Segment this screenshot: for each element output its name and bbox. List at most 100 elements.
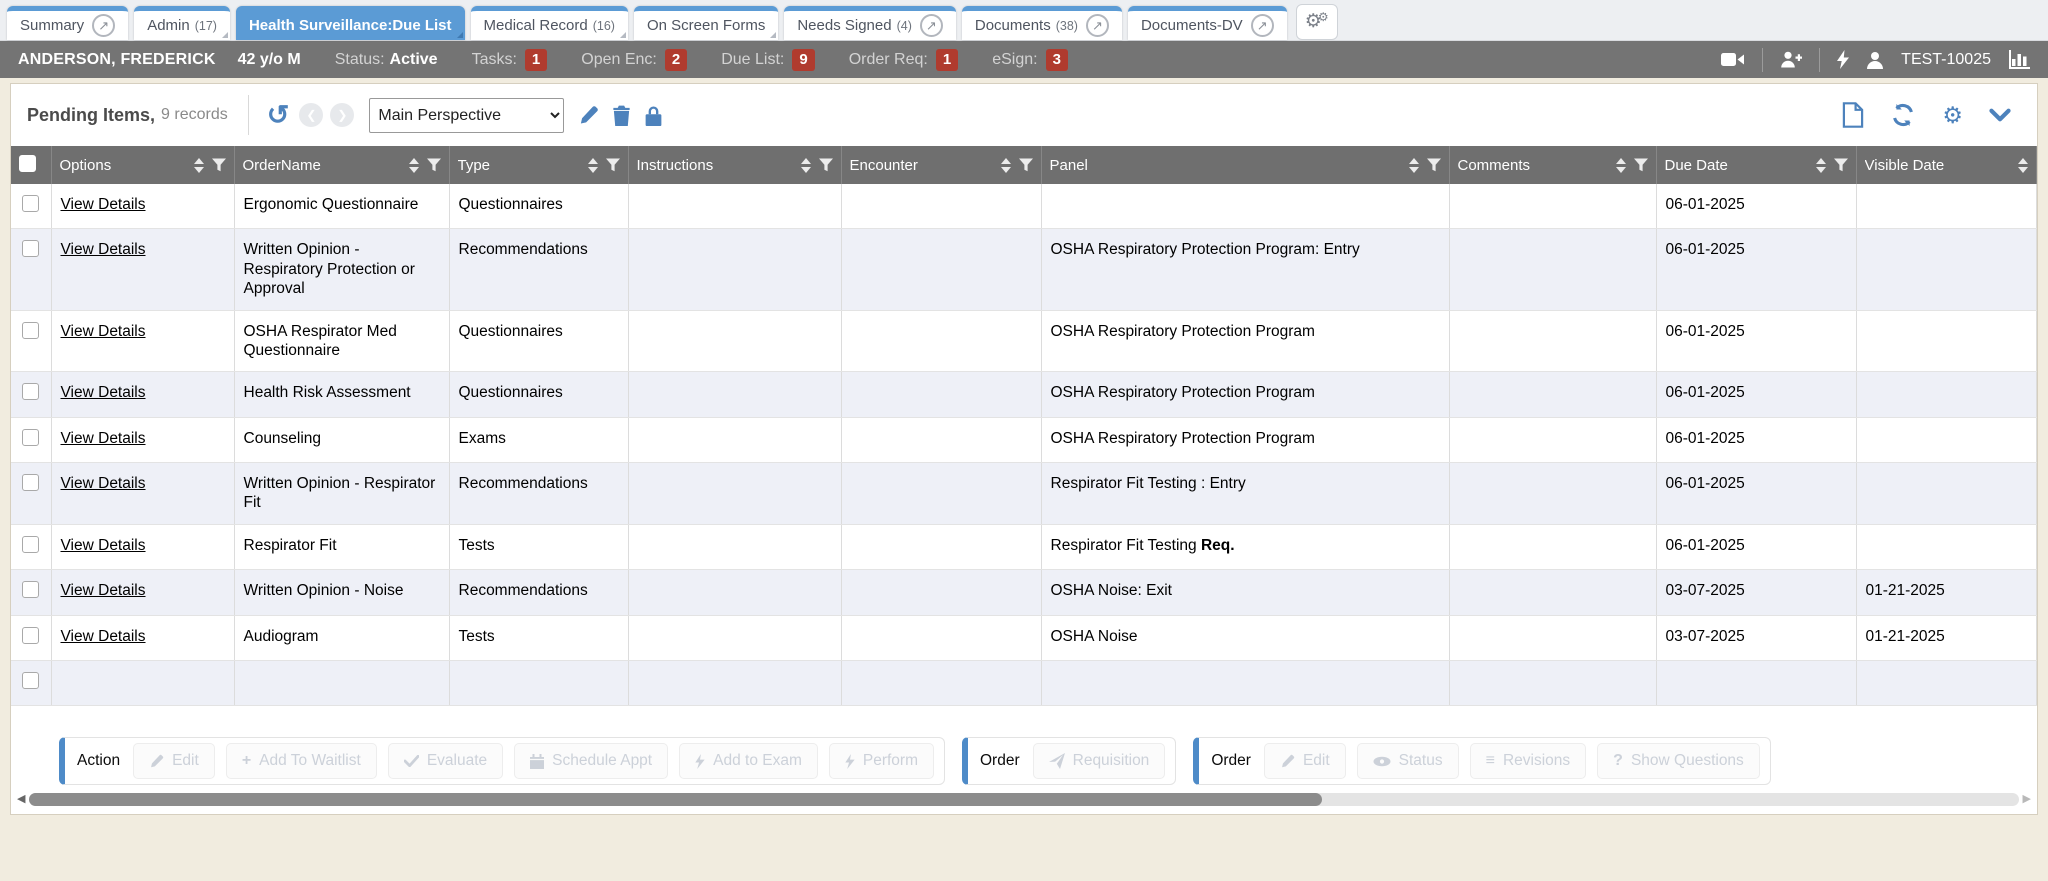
filter-icon[interactable] (1834, 158, 1848, 172)
tab-admin[interactable]: Admin (17) (134, 6, 230, 40)
popout-icon[interactable]: ↗ (1251, 14, 1274, 37)
table-row[interactable]: View Details Respirator Fit Tests Respir… (11, 524, 2037, 569)
tab-summary[interactable]: Summary ↗ (7, 6, 128, 40)
table-row[interactable] (11, 660, 2037, 705)
sort-icon[interactable] (1816, 158, 1826, 173)
edit-button[interactable]: Edit (133, 743, 215, 779)
tab-on-screen-forms[interactable]: On Screen Forms (634, 6, 778, 40)
edit-pencil-icon[interactable] (578, 105, 599, 126)
view-details-link[interactable]: View Details (61, 196, 146, 213)
bar-chart-icon[interactable] (2008, 50, 2030, 69)
schedule-appt-button[interactable]: Schedule Appt (514, 743, 668, 779)
sort-icon[interactable] (588, 158, 598, 173)
new-document-icon[interactable] (1842, 102, 1864, 128)
table-row[interactable]: View Details OSHA Respirator Med Questio… (11, 310, 2037, 372)
sort-icon[interactable] (1409, 158, 1419, 173)
open-enc-badge[interactable]: 2 (665, 49, 687, 71)
column-header-visible-date[interactable]: Visible Date (1856, 146, 2037, 184)
filter-icon[interactable] (212, 158, 226, 172)
table-row[interactable]: View Details Audiogram Tests OSHA Noise … (11, 615, 2037, 660)
column-header-comments[interactable]: Comments (1449, 146, 1656, 184)
sort-icon[interactable] (1616, 158, 1626, 173)
revisions-button[interactable]: ≡ Revisions (1470, 743, 1587, 779)
view-details-link[interactable]: View Details (61, 537, 146, 554)
row-checkbox[interactable] (22, 383, 39, 400)
show-questions-button[interactable]: ? Show Questions (1597, 743, 1760, 779)
refresh-icon[interactable] (1890, 103, 1916, 127)
sort-icon[interactable] (801, 158, 811, 173)
table-row[interactable]: View Details Written Opinion - Respirato… (11, 229, 2037, 310)
video-camera-icon[interactable] (1721, 52, 1745, 67)
view-details-link[interactable]: View Details (61, 241, 146, 258)
column-header-due-date[interactable]: Due Date (1656, 146, 1856, 184)
column-header-panel[interactable]: Panel (1041, 146, 1449, 184)
person-icon[interactable] (1866, 51, 1884, 69)
scroll-right-icon[interactable]: ▶ (2023, 794, 2031, 805)
row-checkbox[interactable] (22, 429, 39, 446)
view-details-link[interactable]: View Details (61, 384, 146, 401)
table-row[interactable]: View Details Ergonomic Questionnaire Que… (11, 184, 2037, 229)
column-header-instructions[interactable]: Instructions (628, 146, 841, 184)
sort-icon[interactable] (194, 158, 204, 173)
popout-icon[interactable]: ↗ (92, 14, 115, 37)
scrollbar-track[interactable] (29, 793, 2018, 806)
row-checkbox[interactable] (22, 322, 39, 339)
tab-needs-signed[interactable]: Needs Signed (4) ↗ (784, 6, 956, 40)
add-to-waitlist-button[interactable]: + Add To Waitlist (226, 743, 377, 779)
column-header-options[interactable]: Options (51, 146, 234, 184)
tab-settings-button[interactable]: ⚙ ⚙ (1296, 4, 1338, 40)
order-req-badge[interactable]: 1 (936, 49, 958, 71)
column-header-encounter[interactable]: Encounter (841, 146, 1041, 184)
table-row[interactable]: View Details Written Opinion - Respirato… (11, 463, 2037, 525)
filter-icon[interactable] (819, 158, 833, 172)
view-details-link[interactable]: View Details (61, 323, 146, 340)
filter-icon[interactable] (427, 158, 441, 172)
undo-icon[interactable]: ↺ (267, 102, 290, 129)
person-plus-icon[interactable] (1780, 51, 1802, 68)
chevron-down-icon[interactable] (1989, 108, 2011, 122)
scrollbar-thumb[interactable] (29, 793, 1322, 806)
trash-icon[interactable] (612, 105, 631, 126)
popout-icon[interactable]: ↗ (1086, 14, 1109, 37)
sort-icon[interactable] (409, 158, 419, 173)
sort-icon[interactable] (2018, 158, 2028, 173)
tasks-badge[interactable]: 1 (525, 49, 547, 71)
perspective-select[interactable]: Main Perspective (369, 98, 564, 133)
perform-button[interactable]: Perform (829, 743, 934, 779)
sort-icon[interactable] (1001, 158, 1011, 173)
add-to-exam-button[interactable]: Add to Exam (679, 743, 818, 779)
nav-back-icon[interactable]: ❮ (299, 103, 323, 127)
requisition-button[interactable]: Requisition (1033, 743, 1166, 779)
evaluate-button[interactable]: Evaluate (388, 743, 503, 779)
lightning-bolt-icon[interactable] (1837, 50, 1849, 69)
lock-icon[interactable] (644, 105, 663, 126)
table-row[interactable]: View Details Health Risk Assessment Ques… (11, 372, 2037, 417)
tab-health-surveillance-due-list[interactable]: Health Surveillance:Due List (236, 6, 465, 40)
esign-badge[interactable]: 3 (1046, 49, 1068, 71)
tab-documents-dv[interactable]: Documents-DV ↗ (1128, 6, 1287, 40)
row-checkbox[interactable] (22, 474, 39, 491)
select-all-checkbox[interactable] (19, 155, 36, 172)
filter-icon[interactable] (1427, 158, 1441, 172)
table-row[interactable]: View Details Written Opinion - Noise Rec… (11, 570, 2037, 615)
tab-medical-record[interactable]: Medical Record (16) (471, 6, 628, 40)
column-header-ordername[interactable]: OrderName (234, 146, 449, 184)
scroll-left-icon[interactable]: ◀ (17, 794, 25, 805)
status-button[interactable]: Status (1357, 743, 1459, 779)
popout-icon[interactable]: ↗ (920, 14, 943, 37)
nav-forward-icon[interactable]: ❯ (330, 103, 354, 127)
row-checkbox[interactable] (22, 195, 39, 212)
filter-icon[interactable] (1634, 158, 1648, 172)
filter-icon[interactable] (1019, 158, 1033, 172)
view-details-link[interactable]: View Details (61, 475, 146, 492)
due-list-badge[interactable]: 9 (792, 49, 814, 71)
settings-gear-icon[interactable]: ⚙ (1942, 104, 1963, 127)
row-checkbox[interactable] (22, 581, 39, 598)
row-checkbox[interactable] (22, 627, 39, 644)
tab-documents[interactable]: Documents (38) ↗ (962, 6, 1122, 40)
row-checkbox[interactable] (22, 536, 39, 553)
row-checkbox[interactable] (22, 672, 39, 689)
row-checkbox[interactable] (22, 240, 39, 257)
view-details-link[interactable]: View Details (61, 582, 146, 599)
view-details-link[interactable]: View Details (61, 430, 146, 447)
